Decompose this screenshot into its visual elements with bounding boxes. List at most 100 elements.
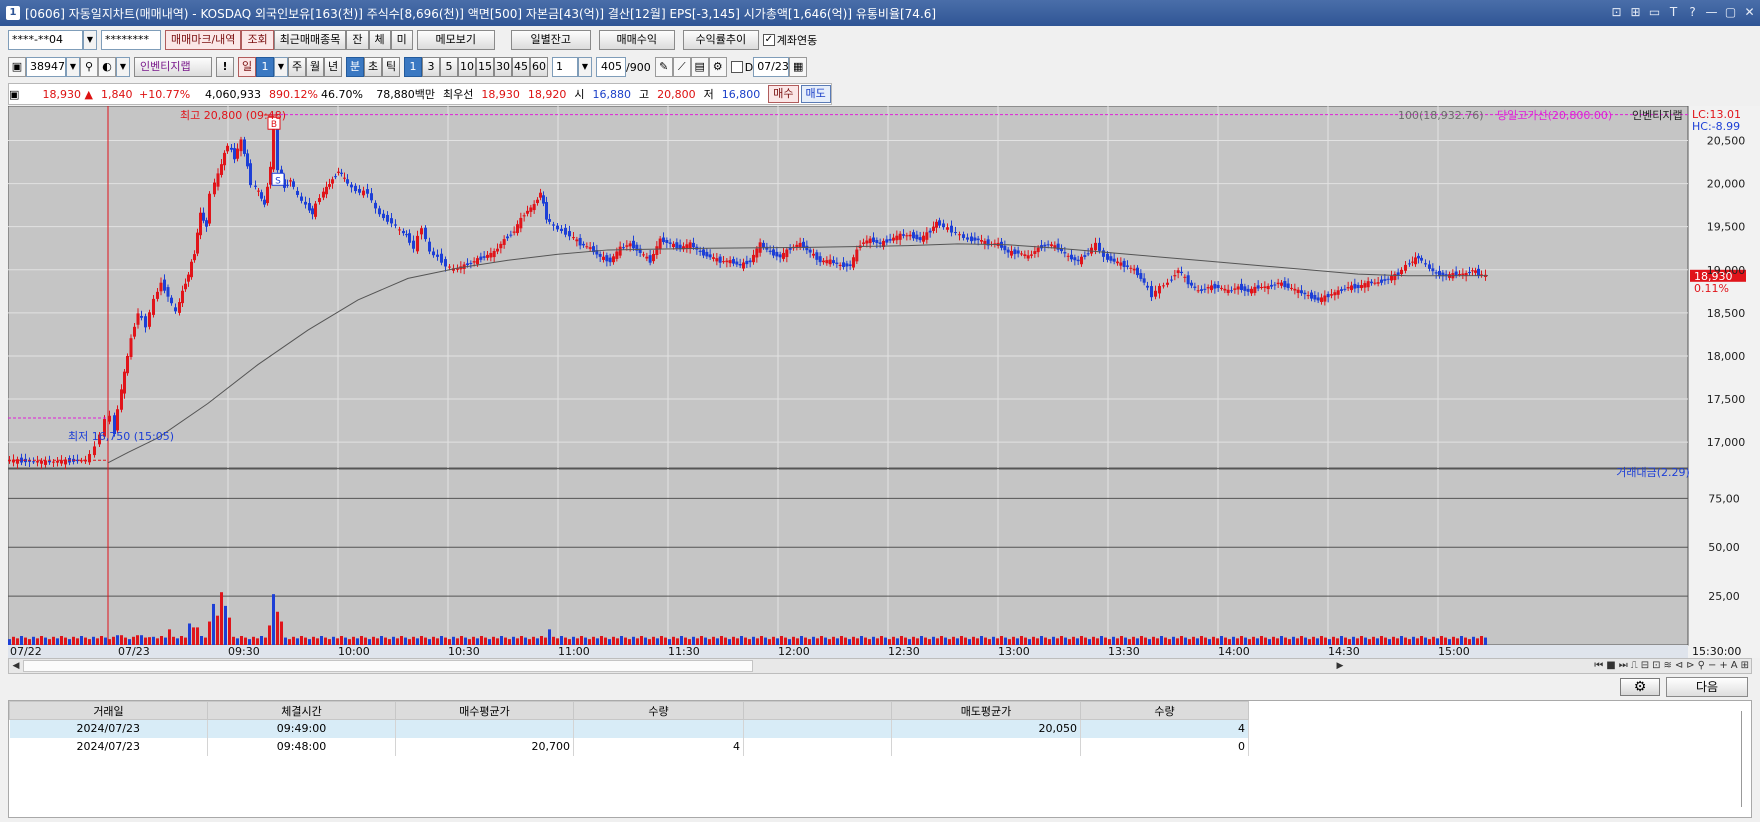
period-minute-button[interactable]: 분 [346, 57, 364, 77]
pan-left-icon[interactable]: ⊲ [1675, 659, 1683, 673]
account-link-checkbox[interactable]: ✓ [762, 34, 775, 46]
tab-executed[interactable]: 체 [368, 30, 391, 50]
col-sell-qty[interactable]: 수량 [1080, 701, 1249, 720]
period-day-button[interactable]: 일 [238, 57, 256, 77]
help-icon[interactable]: ? [1686, 4, 1699, 20]
save-icon[interactable]: ▤ [690, 57, 709, 77]
col-sell-avg[interactable]: 매도평균가 [891, 701, 1081, 720]
calendar-icon[interactable]: ▦ [789, 57, 808, 77]
table-row[interactable]: 2024/07/23 09:48:00 20,700 4 0 [9, 737, 1249, 756]
return-trend-button[interactable]: 수익률추이 [682, 30, 759, 50]
search-icon[interactable]: ⚲ [80, 57, 98, 77]
speaker-icon[interactable]: ◐ [98, 57, 116, 77]
text-tool-icon[interactable]: A [1731, 659, 1738, 673]
chevron-down-icon[interactable]: ▼ [116, 57, 130, 77]
minimize-icon[interactable]: — [1705, 4, 1718, 20]
period-week-button[interactable]: 주 [288, 57, 306, 77]
pan-right-icon[interactable]: ⊳ [1686, 659, 1694, 673]
tile-icon[interactable]: ⊞ [1629, 4, 1642, 20]
password-input[interactable]: ******** [101, 30, 161, 50]
table-scrollbar[interactable] [1741, 711, 1745, 807]
buy-button[interactable]: 매수 [768, 85, 799, 103]
col-buy-qty[interactable]: 수량 [573, 701, 744, 720]
period-second-button[interactable]: 초 [364, 57, 382, 77]
table-row[interactable]: 2024/07/23 09:49:00 20,050 4 [9, 719, 1249, 738]
gear-icon[interactable]: ⚙ [708, 57, 727, 77]
zoom-out-icon[interactable]: − [1708, 659, 1716, 673]
chevron-down-icon[interactable]: ▼ [66, 57, 80, 77]
chevron-down-icon[interactable]: ▼ [83, 30, 97, 50]
next-button[interactable]: 다음 [1666, 677, 1748, 697]
last-page-icon[interactable]: ⏭ [1619, 659, 1628, 673]
stock-list-icon[interactable]: ▣ [8, 57, 26, 77]
settings-button[interactable]: ⚙ [1620, 678, 1660, 696]
volume-bar [672, 636, 675, 645]
chevron-down-icon[interactable]: ▼ [578, 57, 592, 77]
price-plot-area[interactable] [8, 106, 1689, 469]
period-year-button[interactable]: 년 [324, 57, 342, 77]
draw-tool-icon[interactable]: ⟋ [672, 57, 691, 77]
day-value-input[interactable]: 1 [256, 57, 274, 77]
chart-scrollbar[interactable]: ◀ ▶ ⏮ ■ ⏭ ⎍ ⊟ ⊡ ≋ ⊲ ⊳ ⚲ − + A ⊞ [8, 658, 1752, 674]
minute-45-button[interactable]: 45 [512, 57, 530, 77]
period-month-button[interactable]: 월 [306, 57, 324, 77]
minute-60-button[interactable]: 60 [530, 57, 548, 77]
zoom-icon[interactable]: ⚲ [1698, 659, 1705, 673]
volume-bar [892, 636, 895, 645]
date-checkbox[interactable] [730, 61, 743, 73]
chevron-down-icon[interactable]: ▼ [274, 57, 288, 77]
info-button[interactable]: ! [216, 57, 234, 77]
col-trade-date[interactable]: 거래일 [9, 701, 208, 720]
recent-trades-button[interactable]: 최근매매종목 [273, 30, 347, 50]
volume-plot-area[interactable] [8, 468, 1689, 646]
date-input[interactable]: 07/23 [753, 57, 790, 77]
scroll-right-icon[interactable]: ▶ [1333, 659, 1347, 673]
wave-icon[interactable]: ≋ [1663, 659, 1671, 673]
period-tick-button[interactable]: 틱 [382, 57, 400, 77]
account-select[interactable]: ****-**04 [8, 30, 83, 50]
collapse-icon[interactable]: ⊟ [1641, 659, 1649, 673]
grid-icon[interactable]: ⊞ [1741, 659, 1749, 673]
restore-panel-icon[interactable]: ▭ [1648, 4, 1661, 20]
first-page-icon[interactable]: ⏮ [1594, 659, 1603, 673]
layout-icon[interactable]: ⊡ [1610, 4, 1623, 20]
col-buy-avg[interactable]: 매수평균가 [395, 701, 574, 720]
minute-1-button[interactable]: 1 [404, 57, 422, 77]
font-icon[interactable]: T [1667, 4, 1680, 20]
quote-list-icon[interactable]: ▣ [9, 88, 27, 101]
pencil-icon[interactable]: ✎ [654, 57, 673, 77]
minute-10-button[interactable]: 10 [458, 57, 476, 77]
scroll-left-icon[interactable]: ◀ [9, 659, 23, 673]
col-blank[interactable] [743, 701, 892, 720]
minute-30-button[interactable]: 30 [494, 57, 512, 77]
window-number-icon[interactable]: 1 [6, 6, 20, 20]
scroll-thumb[interactable] [23, 660, 753, 672]
frame-icon[interactable]: ⊡ [1652, 659, 1660, 673]
candle-body [1260, 287, 1263, 288]
trade-profit-button[interactable]: 매매수익 [598, 30, 675, 50]
maximize-icon[interactable]: ▢ [1724, 4, 1737, 20]
candle-body [1010, 250, 1013, 256]
multiplier-input[interactable]: 1 [552, 57, 578, 77]
trade-mark-toggle[interactable]: 매매마크/내역 [165, 30, 242, 50]
volume-bar [504, 637, 507, 645]
minute-5-button[interactable]: 5 [440, 57, 458, 77]
sell-button[interactable]: 매도 [800, 85, 831, 103]
price-chart[interactable]: 20,50020,00019,50019,00018,50018,00017,5… [8, 106, 1760, 658]
stop-icon[interactable]: ■ [1606, 659, 1615, 673]
stock-name-field[interactable]: 인벤티지랩 [134, 57, 212, 77]
col-exec-time[interactable]: 체결시간 [207, 701, 396, 720]
zoom-in-icon[interactable]: + [1719, 659, 1727, 673]
bar-count-input[interactable]: 405 [596, 57, 626, 77]
candle-body [1073, 257, 1077, 261]
minute-3-button[interactable]: 3 [422, 57, 440, 77]
close-icon[interactable]: ✕ [1743, 4, 1756, 20]
daily-balance-button[interactable]: 일별잔고 [510, 30, 591, 50]
minute-15-button[interactable]: 15 [476, 57, 494, 77]
tab-balance[interactable]: 잔 [346, 30, 369, 50]
tab-pending[interactable]: 미 [390, 30, 413, 50]
memo-button[interactable]: 메모보기 [416, 30, 495, 50]
stock-code-input[interactable]: 389470 [26, 57, 66, 77]
query-button[interactable]: 조회 [241, 30, 274, 50]
ruler-icon[interactable]: ⎍ [1631, 659, 1638, 673]
